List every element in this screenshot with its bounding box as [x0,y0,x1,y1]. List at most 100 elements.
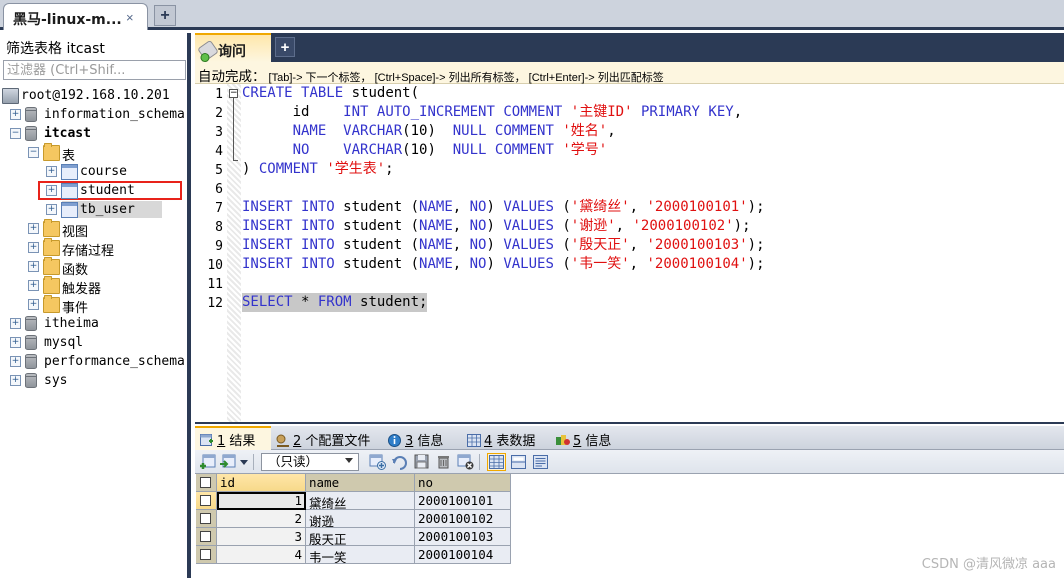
grid-cell-name[interactable]: 谢逊 [306,510,415,528]
grid-column-header-no[interactable]: no [415,474,511,492]
line-number: 4 [215,144,223,159]
tree-node-itheima[interactable]: + itheima [0,314,187,333]
database-icon [25,126,37,141]
grid-row[interactable]: 4 韦一笑 2000100104 [196,546,511,564]
tree-node-performance_schema[interactable]: + performance_schema [0,352,187,371]
tree-expander-icon[interactable]: + [10,318,21,329]
grid-cell-id[interactable]: 1 [217,492,306,510]
tree-expander-icon[interactable]: + [10,337,21,348]
tree-expander-icon[interactable]: − [28,147,39,158]
grid-column-header-id[interactable]: id [217,474,306,492]
sql-line[interactable]: INSERT INTO student (NAME, NO) VALUES ('… [242,255,765,274]
tree-expander-icon[interactable]: + [10,109,21,120]
tree-node-root@192.168.10.201[interactable]: root@192.168.10.201 [0,86,187,105]
grid-cell-no[interactable]: 2000100101 [415,492,511,510]
new-connection-tab-button[interactable]: + [154,5,176,26]
tab-query[interactable]: 询问 [195,33,271,62]
filter-title: 筛选表格 itcast [6,41,105,57]
tree-node-表[interactable]: − 表 [0,143,187,164]
sql-line[interactable]: INSERT INTO student (NAME, NO) VALUES ('… [242,198,765,217]
tree-node-sys[interactable]: + sys [0,371,187,390]
tree-expander-icon[interactable]: + [28,280,39,291]
results-tab-3[interactable]: 3 信息 [383,426,462,450]
tree-expander-icon[interactable]: + [28,242,39,253]
discard-icon[interactable] [457,454,474,470]
sql-line[interactable]: SELECT * FROM student; [242,293,428,312]
tree-node-itcast[interactable]: − itcast [0,124,187,143]
sql-line[interactable]: CREATE TABLE student( [242,84,419,103]
sql-editor[interactable]: 1 2 3 4 5 6 7 8 9 10 11 12 − CREATE TABLE student( … [195,84,1064,424]
editor-area: 询问 + 自动完成： [Tab]-> 下一个标签， [Ctrl+Space]->… [195,33,1064,578]
close-icon[interactable]: × [126,10,134,25]
fold-collapse-icon[interactable]: − [229,89,238,98]
sql-line[interactable]: id INT AUTO_INCREMENT COMMENT '主键ID' PRI… [242,103,743,122]
tree-expander-icon[interactable]: + [46,185,57,196]
autocomplete-hint: 自动完成： [Tab]-> 下一个标签， [Ctrl+Space]-> 列出所有… [198,65,664,85]
grid-cell-id[interactable]: 4 [217,546,306,564]
form-view-icon[interactable] [510,454,527,470]
field-view-icon[interactable] [532,454,549,470]
tree-node-student[interactable]: + student [0,181,187,200]
grid-cell-name[interactable]: 韦一笑 [306,546,415,564]
delete-icon[interactable] [435,454,452,470]
grid-cell-id[interactable]: 2 [217,510,306,528]
results-tab-1[interactable]: 1 结果 [195,426,271,450]
sql-line[interactable]: INSERT INTO student (NAME, NO) VALUES ('… [242,217,751,236]
grid-cell-no[interactable]: 2000100102 [415,510,511,528]
result-grid[interactable]: id name no 1 黛绮丝 2000100101 2 谢逊 2000100102 3 殷天正 2… [196,474,511,564]
grid-cell-name[interactable]: 殷天正 [306,528,415,546]
grid-view-icon[interactable] [487,453,506,471]
line-number: 6 [215,182,223,197]
revert-icon[interactable] [391,454,408,470]
grid-cell-name[interactable]: 黛绮丝 [306,492,415,510]
tree-expander-icon[interactable]: + [46,204,57,215]
tree-expander-icon[interactable]: + [10,375,21,386]
new-query-tab-button[interactable]: + [275,37,295,57]
results-tab-5[interactable]: 5 信息 [551,426,629,450]
sql-line[interactable]: ) COMMENT '学生表'; [242,160,394,179]
tree-expander-icon[interactable]: + [10,356,21,367]
grid-cell-id[interactable]: 3 [217,528,306,546]
tree-node-事件[interactable]: + 事件 [0,295,187,316]
tree-expander-icon[interactable]: + [28,261,39,272]
grid-column-header-name[interactable]: name [306,474,415,492]
grid-row[interactable]: 3 殷天正 2000100103 [196,528,511,546]
tree-node-mysql[interactable]: + mysql [0,333,187,352]
tree-expander-icon[interactable]: + [46,166,57,177]
add-record-icon[interactable] [369,454,386,470]
tree-node-存储过程[interactable]: + 存储过程 [0,238,187,259]
tree-node-触发器[interactable]: + 触发器 [0,276,187,297]
grid-cell-no[interactable]: 2000100104 [415,546,511,564]
grid-cell-no[interactable]: 2000100103 [415,528,511,546]
line-number: 12 [207,296,223,311]
folder-icon [43,276,60,294]
row-checkbox[interactable] [196,510,217,528]
filter-input[interactable]: 过滤器 (Ctrl+Shif... [3,60,186,80]
tree-expander-icon[interactable]: − [10,128,21,139]
sql-line[interactable]: NO VARCHAR(10) NULL COMMENT '学号' [242,141,608,160]
tree-node-函数[interactable]: + 函数 [0,257,187,278]
row-checkbox[interactable] [196,546,217,564]
grid-row[interactable]: 2 谢逊 2000100102 [196,510,511,528]
tree-expander-icon[interactable]: + [28,299,39,310]
tree-node-tb_user[interactable]: + tb_user [0,200,187,219]
sql-line[interactable]: INSERT INTO student (NAME, NO) VALUES ('… [242,236,765,255]
duplicate-row-icon[interactable] [219,454,236,470]
tree-expander-icon[interactable]: + [28,223,39,234]
row-checkbox[interactable] [196,492,217,510]
results-tab-4[interactable]: 4 表数据 [462,426,551,450]
fold-column[interactable]: − [227,84,241,422]
tree-node-information_schema[interactable]: + information_schema [0,105,187,124]
row-checkbox[interactable] [196,528,217,546]
tree-node-course[interactable]: + course [0,162,187,181]
select-all-checkbox[interactable] [196,474,217,492]
sql-line[interactable]: NAME VARCHAR(10) NULL COMMENT '姓名', [242,122,616,141]
results-tab-2[interactable]: 2 个配置文件 [271,426,383,450]
readonly-mode-select[interactable]: （只读） [261,453,359,471]
connection-tab[interactable]: 黑马-linux-m... × [3,3,148,30]
save-icon[interactable] [413,454,430,470]
insert-row-icon[interactable] [199,454,216,470]
connection-tab-label: 黑马-linux-m... [13,12,122,28]
grid-row[interactable]: 1 黛绮丝 2000100101 [196,492,511,510]
tree-node-视图[interactable]: + 视图 [0,219,187,240]
